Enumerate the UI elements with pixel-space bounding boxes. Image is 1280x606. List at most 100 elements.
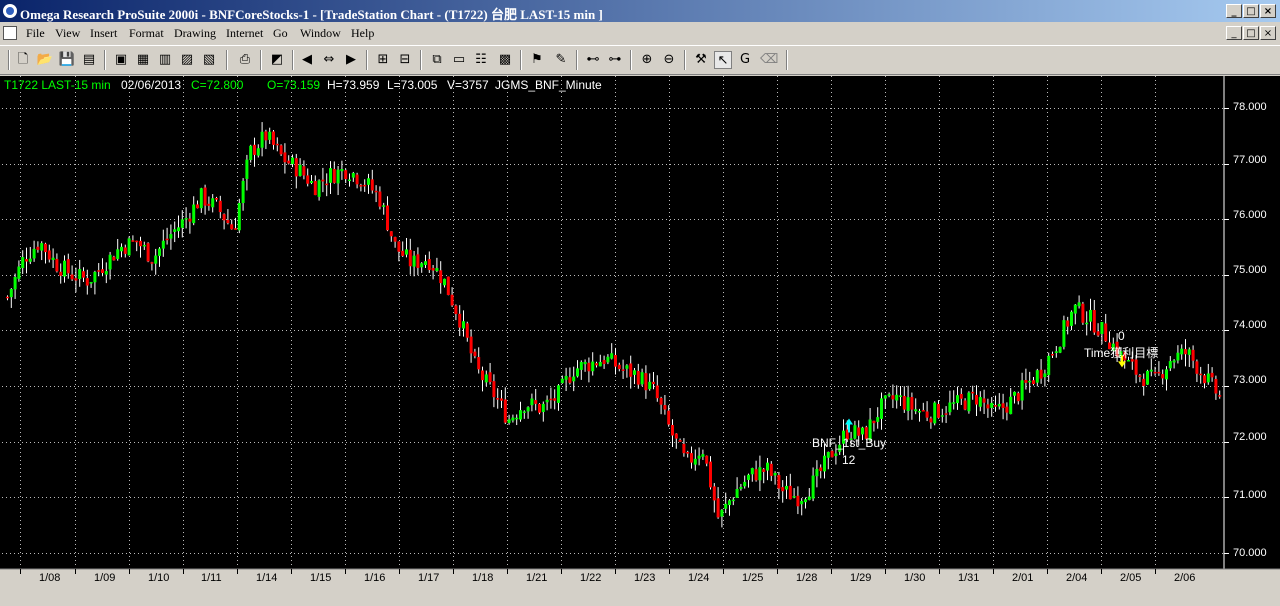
candle-down xyxy=(370,179,374,191)
bar-chart-icon[interactable]: ▭ xyxy=(450,51,468,69)
x-tick-label: 1/15 xyxy=(310,572,332,584)
menu-window[interactable]: Window xyxy=(300,26,341,41)
save-icon[interactable]: 💾 xyxy=(58,51,76,69)
print-preview-icon[interactable]: ▨ xyxy=(178,51,196,69)
candle-up xyxy=(1176,352,1180,361)
candle-down xyxy=(139,240,142,247)
tools-icon[interactable]: ⚒ xyxy=(692,51,710,69)
maximize-button[interactable]: □ xyxy=(1243,4,1259,18)
candle-down xyxy=(674,433,678,439)
candle-down xyxy=(636,370,640,385)
candle-up xyxy=(811,475,815,499)
price-chart[interactable] xyxy=(0,76,1280,606)
scroll-left-icon[interactable]: ◀ xyxy=(298,51,316,69)
candle-up xyxy=(158,248,161,256)
candle-up xyxy=(1062,320,1066,347)
print-icon[interactable]: ⎙ xyxy=(236,51,254,69)
candle-down xyxy=(66,259,70,274)
candle-down xyxy=(272,131,275,145)
chart-window-icon[interactable]: ▣ xyxy=(112,51,130,69)
horizontal-scrollbar[interactable] xyxy=(0,588,1280,606)
candle-down xyxy=(652,381,655,385)
zoom-out-icon[interactable]: ⊖ xyxy=(660,51,678,69)
candle-down xyxy=(135,240,139,243)
x-tick-label: 1/23 xyxy=(634,572,656,584)
candle-up xyxy=(606,356,610,363)
workspace-icon[interactable]: ▧ xyxy=(200,51,218,69)
close-button[interactable]: × xyxy=(1260,4,1276,18)
insert-indicator-icon[interactable]: ⊞ xyxy=(374,51,392,69)
doc-maximize-button[interactable]: □ xyxy=(1243,26,1259,40)
candle-up xyxy=(815,469,819,477)
y-tick-label: 76.000 xyxy=(1233,209,1267,221)
candle-down xyxy=(1134,359,1138,375)
menu-drawing[interactable]: Drawing xyxy=(174,26,216,41)
menu-view[interactable]: View xyxy=(55,26,80,41)
doc-minimize-button[interactable]: _ xyxy=(1226,26,1242,40)
alert-icon[interactable]: ⚑ xyxy=(528,51,546,69)
menu-go[interactable]: Go xyxy=(273,26,288,41)
sell-signal-qty: 0 xyxy=(1118,329,1125,343)
candle-down xyxy=(165,238,169,241)
candle-up xyxy=(104,271,108,275)
doc-close-button[interactable]: × xyxy=(1260,26,1276,40)
strategy-icon[interactable]: ⧉ xyxy=(428,51,446,69)
app-icon[interactable] xyxy=(3,4,17,18)
candle-down xyxy=(264,131,268,141)
candle-up xyxy=(1180,348,1184,355)
candle-up xyxy=(522,411,526,413)
chart-area[interactable]: T1722 LAST-15 min 02/06/2013 C=72.800 O=… xyxy=(0,76,1280,606)
zoom-in-icon[interactable]: ⊕ xyxy=(638,51,656,69)
document-icon[interactable] xyxy=(3,26,17,40)
candle-up xyxy=(1168,361,1172,369)
g-tool-icon[interactable]: G xyxy=(736,51,754,69)
format-icon[interactable]: ◩ xyxy=(268,51,286,69)
candle-up xyxy=(731,499,735,502)
candle-down xyxy=(1195,361,1199,374)
scroll-both-icon[interactable]: ⇔ xyxy=(320,51,338,69)
candle-up xyxy=(310,180,313,184)
menu-internet[interactable]: Internet xyxy=(226,26,263,41)
expand-bars-icon[interactable]: ⊷ xyxy=(584,51,602,69)
candle-down xyxy=(458,313,462,328)
menu-file[interactable]: File xyxy=(26,26,45,41)
grid-window-icon[interactable]: ▦ xyxy=(134,51,152,69)
new-icon[interactable]: 🗋 xyxy=(14,51,32,69)
insert-study-icon[interactable]: ⊟ xyxy=(396,51,414,69)
compress-bars-icon[interactable]: ⊶ xyxy=(606,51,624,69)
report-icon[interactable]: ✎ xyxy=(552,51,570,69)
candle-down xyxy=(1024,379,1028,383)
candle-down xyxy=(450,294,454,306)
candle-down xyxy=(1066,320,1070,327)
menu-help[interactable]: Help xyxy=(351,26,374,41)
candle-up xyxy=(462,321,465,329)
candle-down xyxy=(1153,371,1157,374)
menu-format[interactable]: Format xyxy=(129,26,164,41)
table-icon[interactable]: ☷ xyxy=(472,51,490,69)
candle-up xyxy=(572,376,576,382)
candle-down xyxy=(218,200,222,213)
grid-icon[interactable]: ▩ xyxy=(496,51,514,69)
scroll-right-icon[interactable]: ▶ xyxy=(342,51,360,69)
open-icon[interactable]: 📂 xyxy=(36,51,54,69)
y-tick-label: 75.000 xyxy=(1233,264,1267,276)
minimize-button[interactable]: _ xyxy=(1226,4,1242,18)
candle-up xyxy=(610,353,614,359)
candle-up xyxy=(735,489,739,498)
candle-up xyxy=(120,246,123,252)
chart-date: 02/06/2013 xyxy=(121,78,182,92)
eraser-icon[interactable]: ⌫ xyxy=(760,51,778,69)
candle-up xyxy=(1146,370,1149,385)
menu-insert[interactable]: Insert xyxy=(90,26,117,41)
y-tick-label: 72.000 xyxy=(1233,431,1267,443)
candle-down xyxy=(1032,380,1035,385)
candle-up xyxy=(823,455,826,472)
pointer-icon[interactable]: ↖ xyxy=(714,51,732,69)
save-all-icon[interactable]: ▤ xyxy=(80,51,98,69)
candle-down xyxy=(1218,395,1222,397)
buy-signal-qty: 12 xyxy=(842,453,856,467)
candle-up xyxy=(978,397,982,407)
data-window-icon[interactable]: ▥ xyxy=(156,51,174,69)
candle-down xyxy=(431,267,435,271)
candle-up xyxy=(701,454,705,457)
